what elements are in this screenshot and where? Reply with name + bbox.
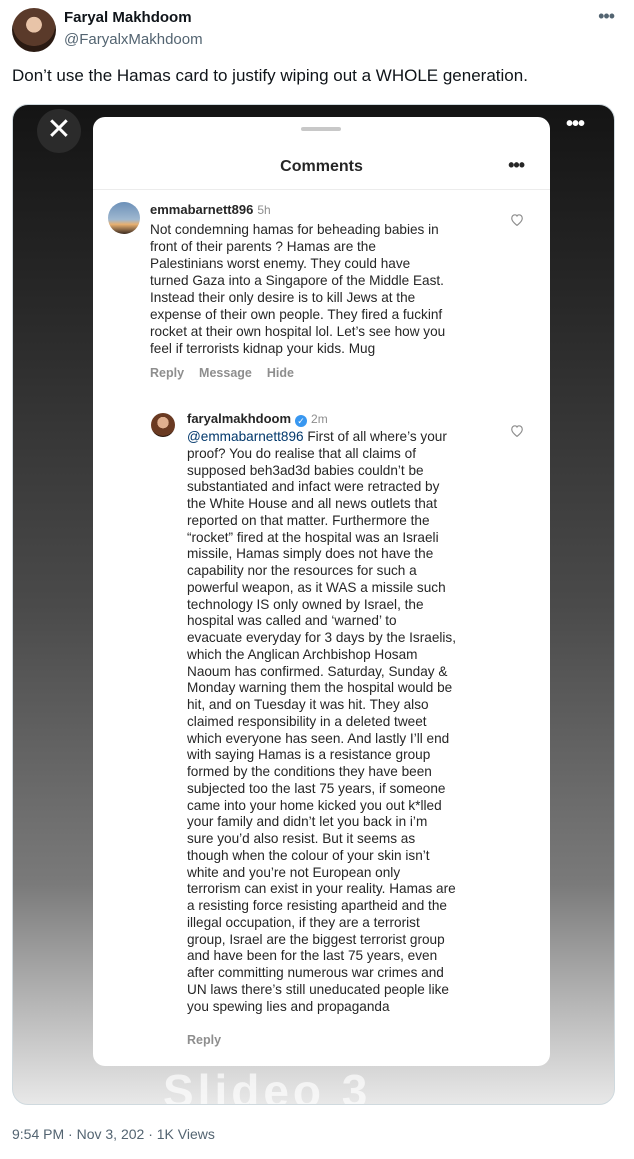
comment-line: feel if terrorists kidnap your kids. Mug <box>150 341 376 356</box>
heart-icon <box>511 425 523 437</box>
verified-badge-icon: ✓ <box>295 415 308 427</box>
comment-line: Palestinians worst enemy. They could hav… <box>150 256 411 271</box>
comment-line: hospital was called and ‘warned’ to <box>187 613 397 629</box>
comment-line: with saying Hamas is a resistance group <box>187 747 431 763</box>
tweet-media-image[interactable]: ✕ ••• Comments ••• emmabarnett896 5h Not … <box>12 104 615 1105</box>
comment-line: rocket at their own hospital lol. Let’s … <box>150 324 446 339</box>
comment-line: supposed beh3ad3d babies couldn’t be <box>187 462 424 478</box>
message-button: Message <box>199 366 252 380</box>
comment-time: 5h <box>257 203 271 217</box>
comment-line: Monday warning them the hospital would b… <box>187 680 453 696</box>
comment-line: your family and didn’t let you back in i… <box>187 814 428 830</box>
more-horizontal-icon: ••• <box>565 113 585 135</box>
comment-line: @emmabarnett896 First of all where’s you… <box>187 429 499 446</box>
comment-header: faryalmakhdoom ✓ 2m <box>187 410 328 428</box>
comment-line: which everyone has seen. And lastly I’ll… <box>187 730 450 746</box>
sheet-title: Comments <box>280 158 363 175</box>
comment-line: Naoum has confirmed. Saturday, Sunday & <box>187 663 448 679</box>
comment-actions: Reply <box>187 1033 221 1047</box>
author-name[interactable]: Faryal Makhdoom <box>64 9 192 26</box>
comment-line: after committing numerous war crimes and <box>187 965 444 980</box>
tweet-time[interactable]: 9:54 PM <box>12 1126 64 1142</box>
tweet-date[interactable]: Nov 3, 202 <box>77 1126 145 1142</box>
mention-link: @emmabarnett896 <box>187 429 304 444</box>
comment-line: Not condemning hamas for beheading babie… <box>150 222 439 237</box>
comment-line: hit, and on Tuesday it was hit. They als… <box>187 697 429 712</box>
divider <box>93 189 550 190</box>
comment-line: UN laws there’s still uneducated people … <box>187 981 449 997</box>
comment-line: substantiated and infact were retracted … <box>187 479 440 495</box>
comment-line: front of their parents ? Hamas are the <box>150 239 376 254</box>
comment-line: white and you’re not European only <box>187 864 401 880</box>
more-horizontal-icon: ••• <box>508 155 525 175</box>
tweet-meta: 9:54 PM · Nov 3, 202 · 1K Views <box>12 1126 215 1142</box>
comment-line: formed by the conditions they have been <box>187 764 432 779</box>
tweet-views-count: 1K <box>156 1126 174 1142</box>
comment-line: technology IS only owned by Israel, the <box>187 596 424 612</box>
comment-line: illegal occupation, if they are a terror… <box>187 914 420 930</box>
comment-actions: Reply Message Hide <box>150 366 309 380</box>
comment-line: “rocket” fired at the hospital was an Is… <box>187 529 439 545</box>
comment-lines: proof? You do realise that all claims of… <box>187 446 499 1016</box>
comment-line: proof? You do realise that all claims of <box>187 445 416 461</box>
comment-time: 2m <box>311 412 328 426</box>
tweet-views-label: Views <box>177 1126 215 1142</box>
comment-line: reported on that matter. Furthermore the <box>187 512 430 528</box>
reply-button: Reply <box>150 366 185 380</box>
watermark-text: Slideo 3 <box>163 1065 372 1105</box>
comment-line: Instead their only desire is to kill Jew… <box>150 290 416 305</box>
avatar <box>108 202 140 234</box>
avatar <box>151 413 175 437</box>
comment-line: sure you’d also resist. But it seems as <box>187 831 416 846</box>
close-icon[interactable]: ✕ <box>37 109 81 153</box>
author-avatar[interactable] <box>12 8 56 52</box>
comment-line: though when the colour of your skin isn’… <box>187 847 430 863</box>
comment-line: terrorism can exist in your reality. Ham… <box>187 881 456 897</box>
hide-button: Hide <box>266 366 294 380</box>
comment-line: turned Gaza into a Singapore of the Midd… <box>150 273 444 288</box>
comment-line: and have been for the last 75 years, eve… <box>187 948 438 964</box>
sheet-drag-handle <box>301 127 341 131</box>
comment-line: expense of their own people. They fired … <box>150 307 443 322</box>
comment-line: powerful weapon, as it WAS a missile suc… <box>187 579 446 595</box>
comment-text: Not condemning hamas for beheading babie… <box>150 221 500 357</box>
author-handle[interactable]: @FaryalxMakhdoom <box>64 31 203 48</box>
comment-line: which the Anglican Archbishop Hosam <box>187 646 418 662</box>
comment-line: claimed responsibility in a deleted twee… <box>187 713 427 729</box>
comment-line-rest: First of all where’s your <box>303 429 447 444</box>
comment-username: emmabarnett896 <box>150 202 254 217</box>
comment-line: the White House and all news outlets tha… <box>187 496 438 511</box>
comment-line: missile, Hamas simply does not have the <box>187 546 434 562</box>
comment-line: group, Israel are the biggest terrorist … <box>187 931 445 947</box>
comment-line: evacuate everyday for 3 days by the Isra… <box>187 630 456 645</box>
comment-line: a resisting force resisting apartheid an… <box>187 898 447 913</box>
reply-button: Reply <box>187 1033 222 1047</box>
more-horizontal-icon[interactable]: ••• <box>598 6 615 27</box>
comment-line: subjected too the last 75 years, if some… <box>187 780 446 796</box>
comment-line: came into your home kicked you out k*lle… <box>187 797 442 813</box>
comment-line: you spewing lies and propaganda <box>187 998 390 1014</box>
comment-header: emmabarnett896 5h <box>150 201 271 219</box>
tweet-text: Don’t use the Hamas card to justify wipi… <box>12 66 528 85</box>
comments-sheet: Comments ••• emmabarnett896 5h Not condem… <box>93 117 550 1066</box>
comment-line: capability nor the resources for such a <box>187 563 417 578</box>
heart-icon <box>511 214 523 226</box>
comment-username: faryalmakhdoom <box>187 411 292 426</box>
comment-text: @emmabarnett896 First of all where’s you… <box>187 429 499 1015</box>
